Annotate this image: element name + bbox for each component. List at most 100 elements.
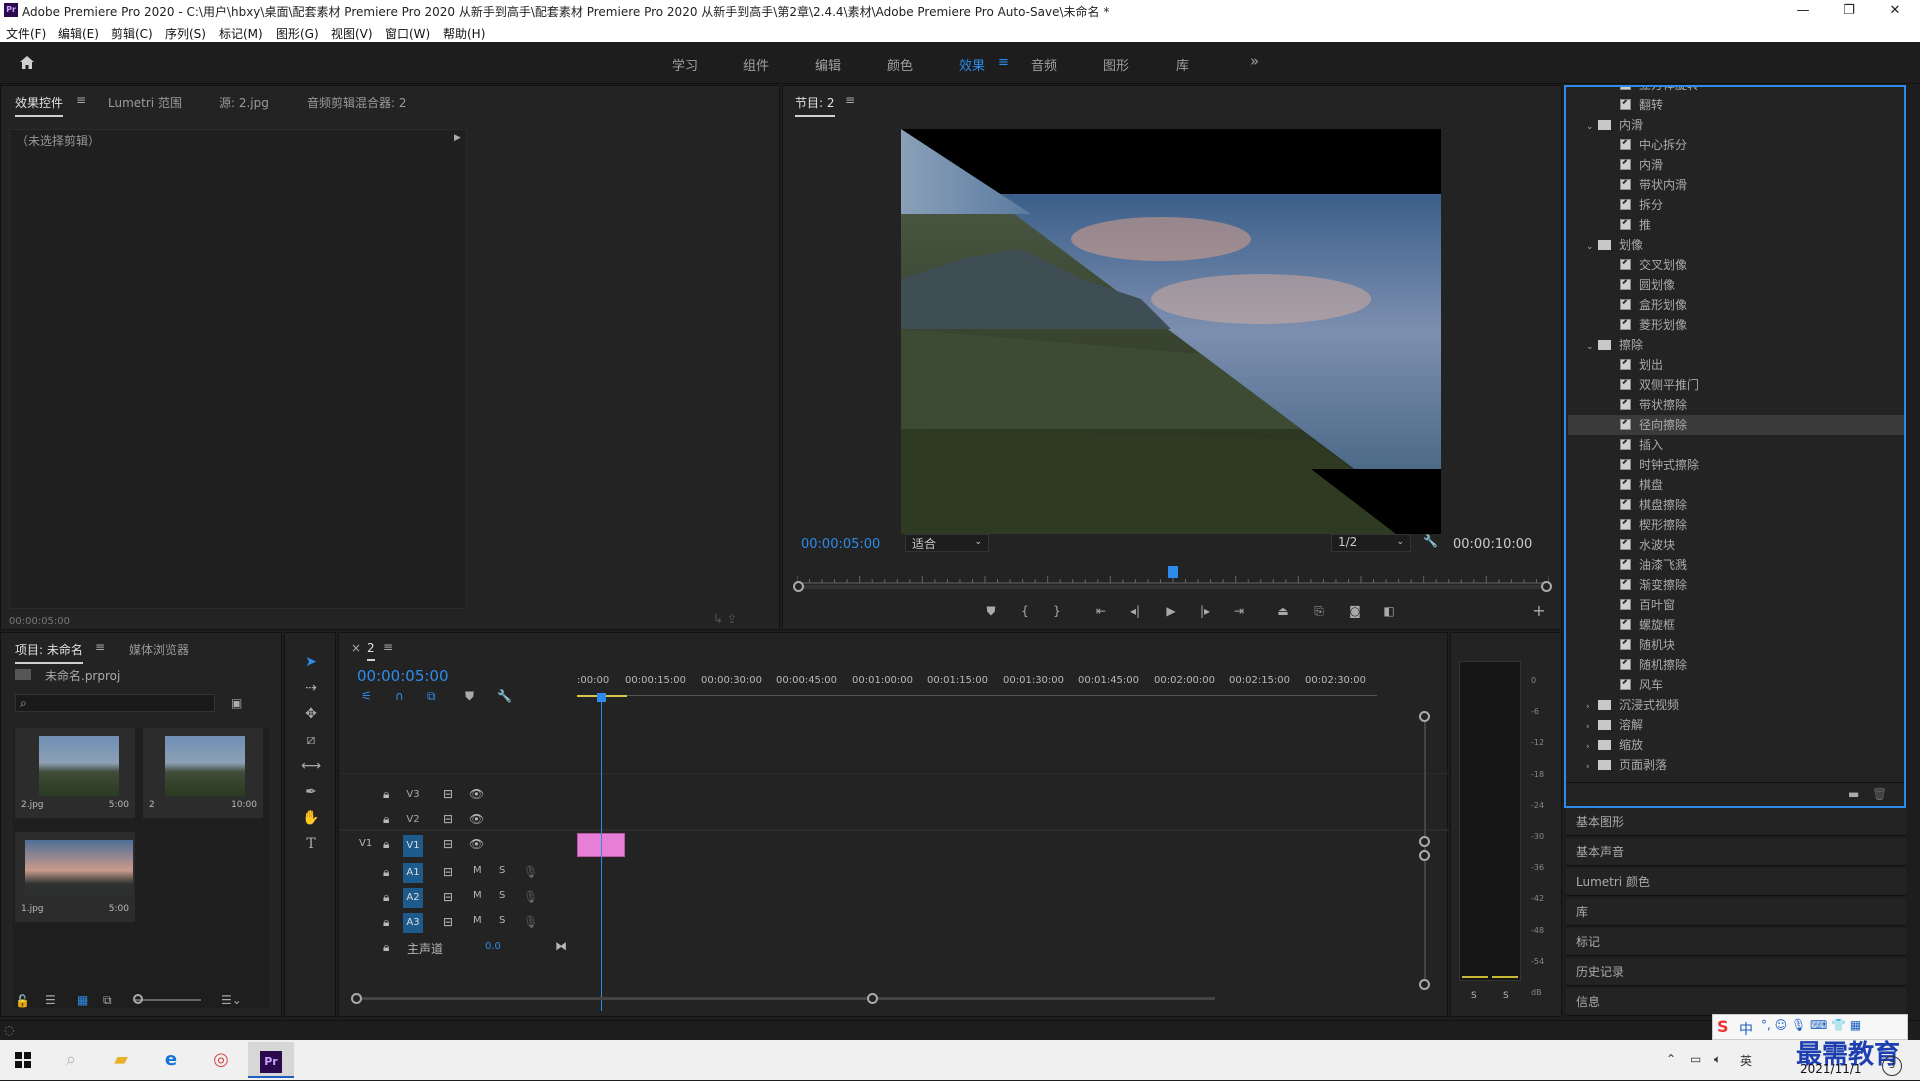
effect-item[interactable]: 百叶窗 [1568,595,1904,615]
menu-file[interactable]: 文件(F) [6,25,46,42]
effect-item[interactable]: 双侧平推门 [1568,375,1904,395]
effect-item[interactable]: 带状内滑 [1568,175,1904,195]
effect-item[interactable]: 内滑 [1568,155,1904,175]
freeform-view-icon[interactable]: ⧉ [103,993,112,1008]
eye-icon[interactable]: 👁︎ [469,837,484,851]
timeline-timecode[interactable]: 00:00:05:00 [357,667,449,685]
tab-source[interactable]: 源: 2.jpg [219,94,269,111]
ime-tray-icon[interactable]: 英 [1740,1052,1752,1069]
toggle-sync-lock-icon[interactable]: ⊟ [443,890,453,904]
selection-tool-icon[interactable]: ➤ [299,651,323,673]
tab-lumetri-scopes[interactable]: Lumetri 范围 [108,94,182,111]
tab-libraries[interactable]: 库 [1176,55,1189,74]
panel-libraries[interactable]: 库 [1566,898,1906,926]
app-icon[interactable]: ◎ [198,1042,244,1078]
volume-icon[interactable]: 🔈︎ [1714,1052,1721,1067]
extract-icon[interactable]: ⎘ [1307,601,1331,621]
vscroll-handle[interactable] [1419,711,1430,722]
linked-selection-icon[interactable]: ∩ [395,689,404,703]
effect-item[interactable]: 油漆飞溅 [1568,555,1904,575]
mark-in-icon[interactable]: { [1013,601,1037,621]
zoom-slider[interactable] [135,999,201,1001]
effect-folder[interactable]: › 溶解 [1568,715,1904,735]
solo-button[interactable]: S [499,890,505,901]
timeline-playhead[interactable] [601,695,602,1011]
tab-audio[interactable]: 音频 [1031,55,1057,74]
sogou-ime-icon[interactable]: S [1717,1017,1729,1036]
effect-folder[interactable]: ⌄ 擦除 [1568,335,1904,357]
panel-menu-icon[interactable]: ≡ [383,640,393,654]
effect-folder[interactable]: ⌄ 内滑 [1568,115,1904,135]
effect-folder[interactable]: › 缩放 [1568,735,1904,757]
track-label[interactable]: A2 [403,888,423,908]
solo-button[interactable]: S [499,865,505,876]
slip-tool-icon[interactable]: ⟷ [299,755,323,777]
icon-view-icon[interactable]: ▦ [77,993,88,1007]
edge-browser-icon[interactable]: e [148,1042,194,1078]
zoom-handle-left[interactable] [793,581,804,592]
eye-icon[interactable]: 👁︎ [469,787,484,801]
effect-item[interactable]: 楔形擦除 [1568,515,1904,535]
panel-menu-icon[interactable]: ≡ [95,640,105,654]
type-tool-icon[interactable]: T [299,833,323,855]
tray-chevron-icon[interactable]: ⌃ [1666,1052,1676,1066]
go-to-out-icon[interactable]: ⇥ [1227,601,1251,621]
notification-icon[interactable]: 3 [1882,1056,1902,1076]
panel-essential-sound[interactable]: 基本声音 [1566,838,1906,866]
effect-item[interactable]: 水波块 [1568,535,1904,555]
razor-tool-icon[interactable]: ⧄ [299,729,323,751]
effect-item[interactable]: 螺旋框 [1568,615,1904,635]
effect-item[interactable]: 径向擦除 [1568,415,1904,435]
solo-left-button[interactable]: S [1471,991,1477,1001]
timeline-horizontal-scrollbar[interactable] [355,997,1215,1000]
panel-history[interactable]: 历史记录 [1566,958,1906,986]
snap-icon[interactable]: ⚟ [361,689,372,703]
effect-item[interactable]: 时钟式擦除 [1568,455,1904,475]
chevron-right-icon[interactable]: › [1586,737,1598,757]
chevron-down-icon[interactable]: ⌄ [1586,237,1598,257]
menu-marker[interactable]: 标记(M) [219,25,263,42]
lock-icon[interactable]: 🔒︎ [383,787,389,802]
hand-tool-icon[interactable]: ✋ [299,807,323,829]
lift-icon[interactable]: ⏏ [1271,601,1295,621]
expand-arrow-icon[interactable]: ▶ [454,133,461,143]
timeline-ruler[interactable]: :00:00 00:00:15:00 00:00:30:00 00:00:45:… [577,675,1377,705]
effect-item[interactable]: 风车 [1568,675,1904,695]
tab-assembly[interactable]: 组件 [743,55,769,74]
project-item[interactable]: 1.jpg 5:00 [15,832,135,922]
menu-help[interactable]: 帮助(H) [443,25,485,42]
new-bin-from-search-icon[interactable]: ▣ [231,696,242,710]
effect-item[interactable]: 渐变擦除 [1568,575,1904,595]
lock-icon[interactable]: 🔒︎ [383,837,389,852]
project-item[interactable]: 2.jpg 5:00 [15,728,135,818]
source-patch-label[interactable]: V1 [359,838,372,849]
close-button[interactable]: ✕ [1872,0,1918,22]
panel-menu-icon[interactable]: ≡ [76,93,86,107]
effect-item[interactable]: 推 [1568,215,1904,235]
panel-menu-icon[interactable]: ≡ [845,93,855,107]
chevron-down-icon[interactable]: ⌄ [1586,337,1598,357]
effect-item[interactable]: 划出 [1568,355,1904,375]
workspace-menu-icon[interactable]: ≡ [998,55,1009,70]
tab-audio-clip-mixer[interactable]: 音频剪辑混合器: 2 [307,94,407,111]
menu-edit[interactable]: 编辑(E) [58,25,99,42]
trash-icon[interactable]: 🗑︎ [1872,787,1887,801]
chevron-right-icon[interactable]: › [1586,757,1598,777]
network-icon[interactable]: ▭ [1690,1052,1701,1066]
program-zoom-bar[interactable] [797,585,1549,589]
scroll-handle-right[interactable] [867,993,878,1004]
export-frame-camera-icon[interactable]: ◙ [1343,601,1367,621]
toggle-sync-lock-icon[interactable]: ⊟ [443,787,453,801]
tab-editing[interactable]: 编辑 [815,55,841,74]
mute-button[interactable]: M [473,915,482,926]
effect-item[interactable]: 立方体旋转 [1568,87,1904,95]
project-search-input[interactable]: ⌕ [15,694,215,712]
track-label[interactable]: V2 [403,810,423,830]
add-marker-icon[interactable]: ⛊ [465,689,474,704]
chevron-right-icon[interactable]: › [1586,697,1598,717]
fit-dropdown[interactable]: 适合 ⌄ [905,534,989,552]
effect-item[interactable]: 棋盘 [1568,475,1904,495]
maximize-button[interactable]: ❐ [1826,0,1872,22]
effect-item[interactable]: 盒形划像 [1568,295,1904,315]
more-workspaces-icon[interactable]: » [1250,52,1259,70]
